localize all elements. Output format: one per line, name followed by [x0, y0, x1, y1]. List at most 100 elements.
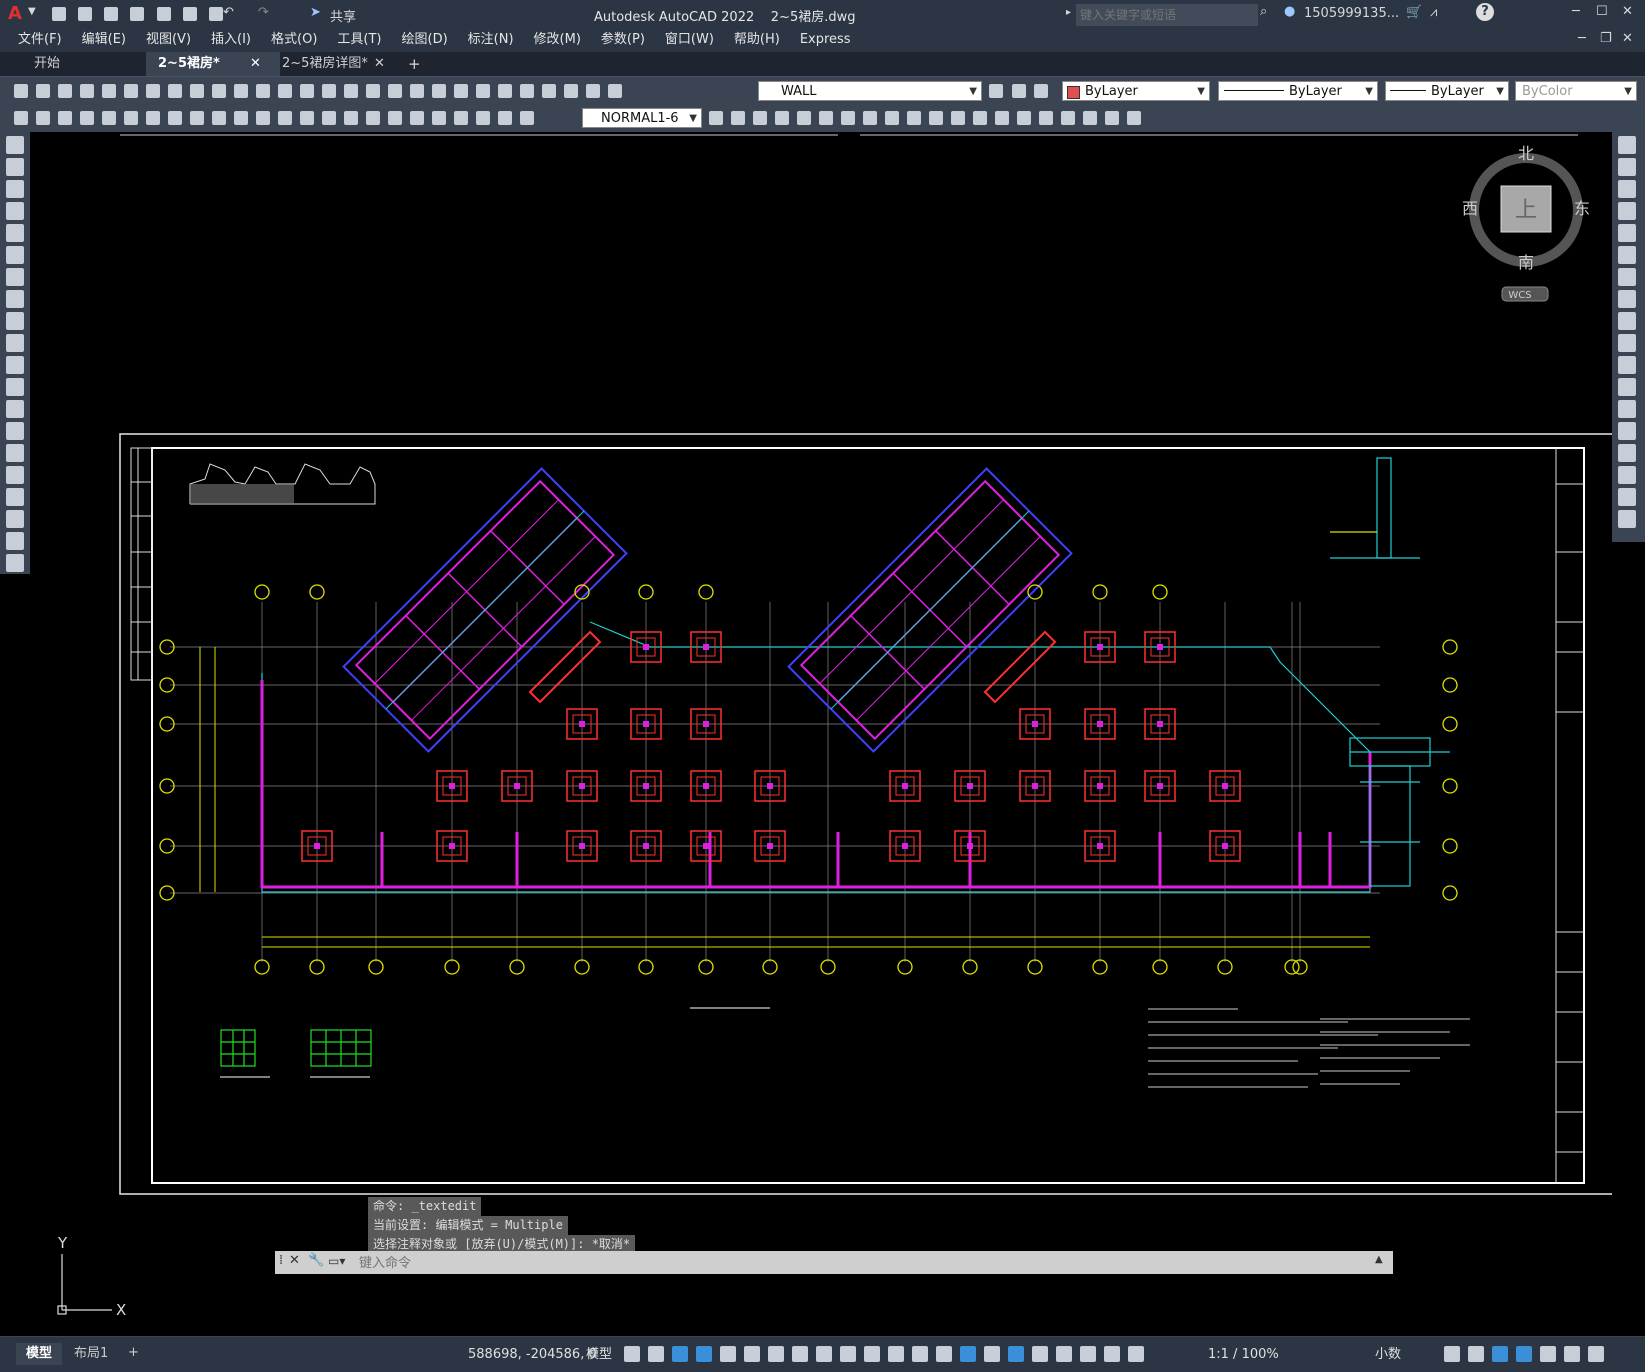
- autodesk-a360-icon[interactable]: ⩘: [1430, 5, 1437, 20]
- redo-icon[interactable]: ↷: [258, 5, 269, 20]
- toolbar-tool-icon[interactable]: [410, 84, 424, 98]
- dimension-tool-icon[interactable]: [168, 111, 182, 125]
- status-toggle-icon[interactable]: [696, 1346, 712, 1362]
- dimension-tool-icon[interactable]: [58, 111, 72, 125]
- draw-tool-icon[interactable]: [6, 246, 24, 264]
- menu-item[interactable]: 视图(V): [136, 28, 201, 52]
- status-toggle-icon[interactable]: [1056, 1346, 1072, 1362]
- status-toggle-icon[interactable]: [672, 1346, 688, 1362]
- search-input[interactable]: [1076, 4, 1258, 26]
- new-tab-icon[interactable]: +: [408, 55, 421, 73]
- menu-item[interactable]: 帮助(H): [724, 28, 790, 52]
- draw-tool-icon[interactable]: [6, 334, 24, 352]
- toolbar-tool-icon[interactable]: [388, 84, 402, 98]
- toolbar-tool-icon[interactable]: [102, 84, 116, 98]
- modify-tool-icon[interactable]: [1017, 111, 1031, 125]
- modify-tool-icon[interactable]: [1618, 400, 1636, 418]
- modify-tool-icon[interactable]: [1127, 111, 1141, 125]
- modify-tool-icon[interactable]: [797, 111, 811, 125]
- menu-item[interactable]: 插入(I): [201, 28, 261, 52]
- command-input[interactable]: [357, 1253, 1371, 1273]
- layer-dropdown[interactable]: WALL ▼: [758, 81, 982, 101]
- plotstyle-dropdown[interactable]: ByColor ▼: [1515, 81, 1637, 101]
- modify-tool-icon[interactable]: [1618, 158, 1636, 176]
- toolbar-tool-icon[interactable]: [432, 84, 446, 98]
- search-expand-icon[interactable]: ▸: [1066, 7, 1071, 18]
- annotation-scale[interactable]: 1:1 / 100%: [1208, 1337, 1279, 1372]
- draw-tool-icon[interactable]: [6, 400, 24, 418]
- toolbar-tool-icon[interactable]: [36, 84, 50, 98]
- modify-tool-icon[interactable]: [1618, 356, 1636, 374]
- modify-tool-icon[interactable]: [863, 111, 877, 125]
- save-as-icon[interactable]: [130, 7, 145, 21]
- draw-tool-icon[interactable]: [6, 422, 24, 440]
- app-menu-chevron-icon[interactable]: ▼: [28, 6, 36, 17]
- draw-tool-icon[interactable]: [6, 290, 24, 308]
- command-prompt-icon[interactable]: ▭▾: [328, 1254, 345, 1268]
- app-logo[interactable]: A: [8, 3, 22, 24]
- dimension-tool-icon[interactable]: [124, 111, 138, 125]
- minimize-button[interactable]: ─: [1572, 4, 1580, 19]
- draw-tool-icon[interactable]: [6, 488, 24, 506]
- command-grip-icon[interactable]: ⁞: [279, 1253, 283, 1268]
- save-web-icon[interactable]: [182, 7, 197, 21]
- modify-tool-icon[interactable]: [1618, 268, 1636, 286]
- modify-tool-icon[interactable]: [951, 111, 965, 125]
- toolbar-tool-icon[interactable]: [80, 84, 94, 98]
- modify-tool-icon[interactable]: [1618, 422, 1636, 440]
- toolbar-tool-icon[interactable]: [366, 84, 380, 98]
- status-toggle-icon[interactable]: [792, 1346, 808, 1362]
- modify-tool-icon[interactable]: [1618, 136, 1636, 154]
- modify-tool-icon[interactable]: [1618, 224, 1636, 242]
- layer-match-icon[interactable]: [1012, 84, 1026, 98]
- modify-tool-icon[interactable]: [753, 111, 767, 125]
- status-toggle-icon[interactable]: [984, 1346, 1000, 1362]
- modify-tool-icon[interactable]: [1039, 111, 1053, 125]
- status-toggle-icon[interactable]: [1444, 1346, 1460, 1362]
- cart-icon[interactable]: 🛒: [1406, 5, 1422, 20]
- color-dropdown[interactable]: ByLayer ▼: [1062, 81, 1210, 101]
- share-icon[interactable]: ➤: [310, 5, 321, 20]
- toolbar-tool-icon[interactable]: [234, 84, 248, 98]
- modify-tool-icon[interactable]: [775, 111, 789, 125]
- toolbar-tool-icon[interactable]: [586, 84, 600, 98]
- menu-item[interactable]: Express: [790, 28, 861, 52]
- draw-tool-icon[interactable]: [6, 158, 24, 176]
- layout-tab-model[interactable]: 模型: [16, 1343, 63, 1365]
- status-toggle-icon[interactable]: [1468, 1346, 1484, 1362]
- tab-close-icon[interactable]: ✕: [374, 52, 385, 76]
- status-toggle-icon[interactable]: [768, 1346, 784, 1362]
- menu-item[interactable]: 标注(N): [458, 28, 524, 52]
- new-file-icon[interactable]: [52, 7, 66, 21]
- cad-drawing[interactable]: 上 北 南 东 西 WCS Y X: [30, 132, 1612, 1336]
- maximize-button[interactable]: ☐: [1596, 4, 1608, 19]
- modify-tool-icon[interactable]: [907, 111, 921, 125]
- status-toggle-icon[interactable]: [1492, 1346, 1508, 1362]
- menu-item[interactable]: 文件(F): [8, 28, 72, 52]
- status-toggle-icon[interactable]: [864, 1346, 880, 1362]
- toolbar-tool-icon[interactable]: [344, 84, 358, 98]
- tab-close-icon[interactable]: ✕: [250, 52, 261, 76]
- toolbar-tool-icon[interactable]: [58, 84, 72, 98]
- modify-tool-icon[interactable]: [1618, 312, 1636, 330]
- modify-tool-icon[interactable]: [1618, 488, 1636, 506]
- modify-tool-icon[interactable]: [1618, 290, 1636, 308]
- modify-tool-icon[interactable]: [929, 111, 943, 125]
- status-toggle-icon[interactable]: [816, 1346, 832, 1362]
- model-space-toggle[interactable]: 模型: [586, 1337, 612, 1372]
- modify-tool-icon[interactable]: [1618, 444, 1636, 462]
- draw-tool-icon[interactable]: [6, 532, 24, 550]
- toolbar-tool-icon[interactable]: [498, 84, 512, 98]
- dimension-tool-icon[interactable]: [300, 111, 314, 125]
- menu-item[interactable]: 修改(M): [524, 28, 591, 52]
- toolbar-tool-icon[interactable]: [300, 84, 314, 98]
- dimension-tool-icon[interactable]: [476, 111, 490, 125]
- doc-close-button[interactable]: ✕: [1622, 31, 1633, 46]
- status-toggle-icon[interactable]: [744, 1346, 760, 1362]
- user-name[interactable]: 1505999135...: [1304, 6, 1399, 21]
- undo-icon[interactable]: ↶: [223, 5, 234, 20]
- toolbar-tool-icon[interactable]: [476, 84, 490, 98]
- modify-tool-icon[interactable]: [1618, 466, 1636, 484]
- status-toggle-icon[interactable]: [720, 1346, 736, 1362]
- layer-previous-icon[interactable]: [1034, 84, 1048, 98]
